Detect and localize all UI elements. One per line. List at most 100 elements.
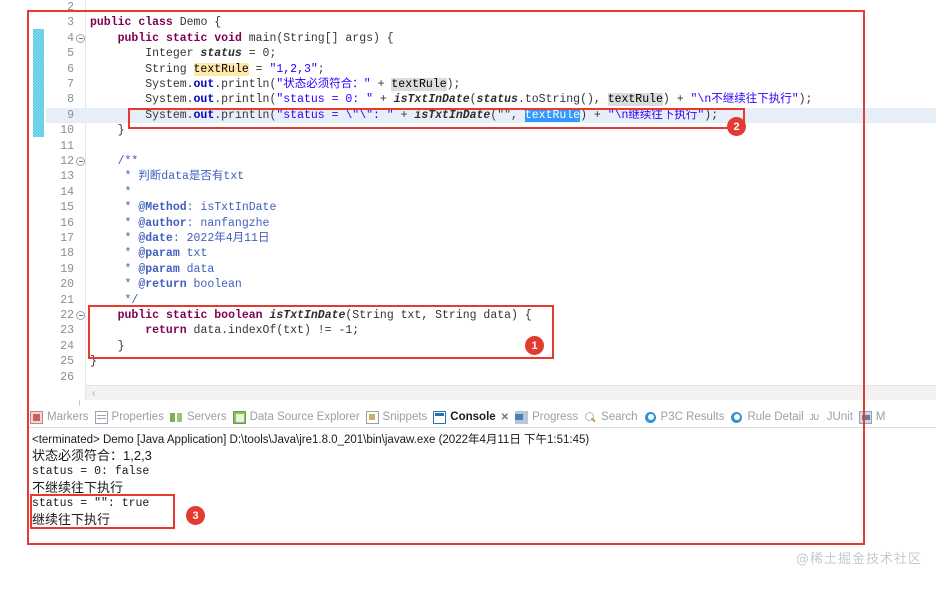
- code-line[interactable]: * @Method: isTxtInDate: [90, 200, 277, 215]
- code-token: textRule: [391, 78, 447, 91]
- code-line[interactable]: System.out.println("status = 0: " + isTx…: [90, 92, 812, 107]
- code-token: out: [193, 108, 215, 122]
- code-token: : 2022年4月11日: [172, 232, 270, 245]
- tab-servers[interactable]: Servers: [168, 406, 231, 427]
- code-token: @date: [138, 232, 173, 245]
- code-token: System.: [90, 93, 194, 107]
- code-token: ": [363, 78, 371, 91]
- code-line[interactable]: public class Demo {: [90, 15, 221, 30]
- code-token: +: [370, 78, 392, 91]
- tab-data-source-explorer[interactable]: Data Source Explorer: [231, 406, 364, 427]
- line-number: 13: [60, 170, 74, 184]
- progress-icon: [515, 410, 529, 424]
- code-line[interactable]: * @return boolean: [90, 277, 242, 292]
- code-token: "status = 0: ": [276, 93, 373, 107]
- editor-horizontal-scrollbar[interactable]: ‹: [86, 385, 936, 400]
- code-token: void: [214, 31, 242, 45]
- code-token: }: [90, 124, 125, 138]
- code-token: = 0;: [241, 47, 277, 61]
- line-number-ruler: 2 3 4 5 6 7 8 9 10 11 12 13 14 15 16 17 18 19 20 21 22 23 24 25…: [28, 0, 86, 400]
- tab-console[interactable]: Console ✕: [431, 406, 513, 427]
- tab-label: Console: [450, 411, 496, 423]
- line-number: 6: [67, 62, 74, 76]
- code-token: main(String[] args) {: [241, 31, 394, 45]
- code-token: isTxtInDate: [269, 309, 346, 322]
- code-token: "1,2,3": [269, 62, 318, 76]
- tab-label: Servers: [186, 411, 227, 423]
- tab-search[interactable]: Search: [582, 406, 641, 427]
- code-line[interactable]: * @date: 2022年4月11日: [90, 231, 270, 246]
- code-token: /**: [90, 155, 139, 168]
- code-token: txt: [179, 247, 208, 261]
- code-token: ("",: [490, 108, 525, 122]
- code-line[interactable]: * @author: nanfangzhe: [90, 216, 270, 231]
- search-icon: [584, 411, 597, 424]
- code-token: ;: [317, 62, 325, 76]
- line-number: 16: [60, 216, 74, 230]
- line-number: 7: [67, 78, 74, 91]
- code-line[interactable]: }: [90, 339, 125, 354]
- code-token: ) +: [580, 108, 608, 122]
- code-token: *: [90, 201, 139, 215]
- code-token: */: [90, 293, 139, 307]
- code-line[interactable]: public static boolean isTxtInDate(String…: [90, 308, 532, 323]
- tab-snippets[interactable]: Snippets: [364, 406, 432, 427]
- tab-label: Properties: [111, 411, 164, 423]
- code-token: ) +: [662, 93, 691, 107]
- code-token: static: [165, 309, 208, 322]
- line-number: 3: [67, 16, 74, 30]
- tab-junit[interactable]: JUnit: [808, 406, 857, 427]
- tab-p3c-results[interactable]: P3C Results: [642, 406, 729, 427]
- code-line[interactable]: *: [90, 185, 132, 200]
- code-token: String: [90, 62, 194, 76]
- tab-rule-detail[interactable]: Rule Detail: [728, 406, 807, 427]
- code-text-area[interactable]: public class Demo { public static void m…: [86, 0, 936, 400]
- tab-progress[interactable]: Progress: [513, 406, 582, 427]
- code-line[interactable]: Integer status = 0;: [90, 46, 276, 61]
- tab-label: Search: [601, 411, 638, 423]
- code-line[interactable]: }: [90, 354, 97, 369]
- close-icon[interactable]: ✕: [501, 412, 509, 423]
- tab-m[interactable]: M: [857, 406, 890, 427]
- code-token: textRule: [193, 62, 249, 76]
- code-token: .println(: [214, 78, 277, 91]
- line-number: 21: [60, 293, 74, 307]
- code-line[interactable]: */: [90, 293, 139, 308]
- code-line[interactable]: * 判断data是否有txt: [90, 169, 245, 184]
- console-line: status = "": true: [32, 497, 150, 510]
- code-token: *: [90, 185, 132, 199]
- code-token: .toString(),: [517, 93, 608, 107]
- line-number: 14: [60, 185, 74, 199]
- code-token: out: [193, 78, 215, 91]
- properties-icon: [94, 410, 108, 424]
- watermark: @稀土掘金技术社区: [795, 552, 922, 567]
- code-line[interactable]: * @param data: [90, 262, 215, 277]
- code-token: +: [393, 108, 415, 122]
- line-number: 19: [60, 262, 74, 276]
- tab-properties[interactable]: Properties: [93, 406, 168, 427]
- code-line[interactable]: /**: [90, 154, 139, 169]
- code-line[interactable]: * @param txt: [90, 246, 208, 261]
- code-line[interactable]: System.out.println("status = \"\": " + i…: [90, 108, 718, 123]
- java-source-editor[interactable]: public class Demo { public static void m…: [28, 0, 936, 400]
- code-line[interactable]: public static void main(String[] args) {: [90, 31, 394, 46]
- scroll-left-arrow[interactable]: ‹: [92, 388, 95, 399]
- code-line[interactable]: }: [90, 123, 125, 138]
- line-number: 8: [67, 93, 74, 107]
- code-line[interactable]: String textRule = "1,2,3";: [90, 62, 325, 77]
- fold-toggle-icon[interactable]: [76, 33, 85, 43]
- view-tab-bar[interactable]: Markers Properties Servers Data Source Expl…: [28, 406, 936, 428]
- console-line: 不继续往下执行: [32, 480, 124, 495]
- tab-markers[interactable]: Markers: [28, 406, 93, 427]
- fold-toggle-icon[interactable]: [76, 311, 85, 320]
- annotation-badge-1: 1: [525, 336, 544, 355]
- junit-icon: [810, 411, 823, 424]
- maven-icon: [858, 410, 872, 424]
- code-line[interactable]: System.out.println("状态必须符合：" + textRule)…: [90, 77, 460, 92]
- code-line[interactable]: return data.indexOf(txt) != -1;: [90, 323, 359, 338]
- tab-label: Rule Detail: [747, 411, 804, 423]
- fold-toggle-icon[interactable]: [76, 157, 85, 166]
- console-line: 状态必须符合：1,2,3: [32, 448, 152, 463]
